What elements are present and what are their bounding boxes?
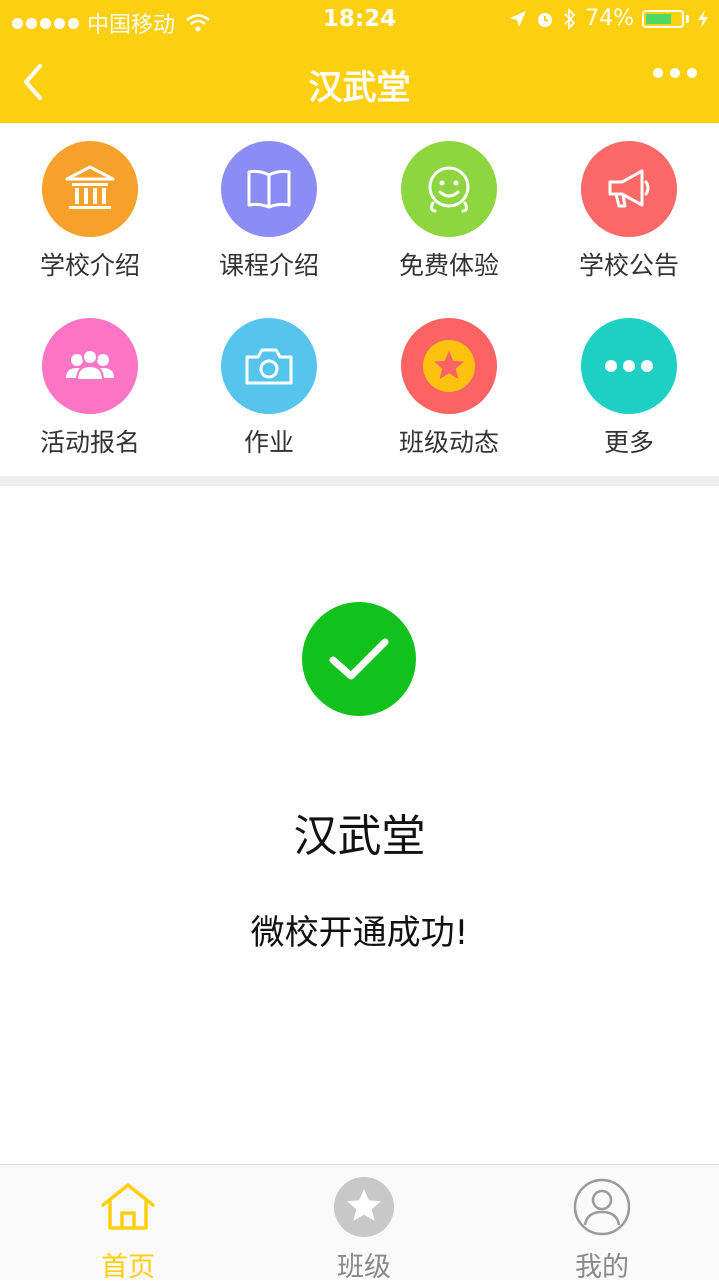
page-title: 汉武堂 [308, 68, 411, 108]
battery-tip [686, 14, 689, 23]
alarm-icon [538, 12, 553, 27]
tab-label: 我的 [575, 1252, 629, 1283]
grid-item-school-intro[interactable]: 学校介绍 [0, 123, 180, 283]
more-options-button[interactable] [653, 68, 697, 78]
book-icon [247, 169, 291, 209]
more-icon-bg [581, 318, 677, 414]
star-badge-icon [423, 340, 475, 392]
class-icon-wrap [332, 1175, 396, 1239]
home-icon [101, 1183, 155, 1230]
grid-item-more[interactable]: 更多 [539, 300, 719, 460]
grid-label: 作业 [243, 428, 294, 457]
event-signup-icon-bg [42, 318, 138, 414]
grid-item-course-intro[interactable]: 课程介绍 [179, 123, 359, 283]
home-icon-wrap [96, 1175, 160, 1239]
more-dot [670, 68, 680, 78]
header: 中国移动 18:24 74% 汉武堂 [0, 0, 719, 123]
feature-grid: 学校介绍 课程介绍 免费体验 学校公告 活动报名 作业 班级动态 更多 [0, 123, 719, 476]
tab-class[interactable]: 班级 [244, 1165, 484, 1283]
grid-label: 学校公告 [578, 251, 679, 280]
section-divider [0, 476, 719, 486]
course-intro-icon-bg [221, 141, 317, 237]
megaphone-icon [608, 169, 650, 208]
success-message: 微校开通成功! [250, 913, 469, 953]
class-star-icon [334, 1177, 394, 1237]
grid-label: 学校介绍 [39, 251, 140, 280]
status-right: 74% [509, 6, 709, 31]
grid-label: 免费体验 [398, 251, 499, 280]
grid-item-event-signup[interactable]: 活动报名 [0, 300, 180, 460]
profile-icon-wrap [570, 1175, 634, 1239]
homework-icon-bg [221, 318, 317, 414]
status-bar: 中国移动 18:24 74% [0, 0, 719, 40]
grid-label: 班级动态 [398, 428, 499, 457]
checkmark-icon [329, 638, 389, 680]
school-building-icon [65, 165, 115, 209]
charging-bolt-icon [698, 9, 708, 28]
success-check-icon [302, 602, 416, 716]
school-intro-icon-bg [42, 141, 138, 237]
battery-percent: 74% [585, 6, 634, 31]
more-dot [653, 68, 663, 78]
tab-profile[interactable]: 我的 [482, 1165, 719, 1283]
tab-label: 首页 [101, 1252, 155, 1283]
tab-label: 班级 [337, 1252, 391, 1283]
profile-icon [573, 1178, 631, 1236]
grid-item-school-notice[interactable]: 学校公告 [539, 123, 719, 283]
grid-item-homework[interactable]: 作业 [179, 300, 359, 460]
camera-icon [245, 348, 293, 385]
school-name: 汉武堂 [293, 811, 426, 862]
location-arrow-icon [510, 10, 527, 27]
bluetooth-icon [564, 7, 576, 30]
grid-label: 活动报名 [39, 428, 140, 457]
class-news-icon-bg [401, 318, 497, 414]
free-trial-icon-bg [401, 141, 497, 237]
grid-label: 更多 [603, 428, 654, 457]
smile-face-icon [428, 166, 470, 213]
grid-item-free-trial[interactable]: 免费体验 [359, 123, 539, 283]
nav-bar: 汉武堂 [0, 40, 719, 123]
grid-item-class-news[interactable]: 班级动态 [359, 300, 539, 460]
more-dots-icon [605, 360, 653, 372]
more-dot [687, 68, 697, 78]
group-people-icon [66, 349, 114, 381]
battery-icon [642, 9, 684, 28]
grid-label: 课程介绍 [218, 251, 319, 280]
tab-home[interactable]: 首页 [8, 1165, 248, 1283]
school-notice-icon-bg [581, 141, 677, 237]
tab-bar: 首页 班级 我的 [0, 1164, 719, 1283]
